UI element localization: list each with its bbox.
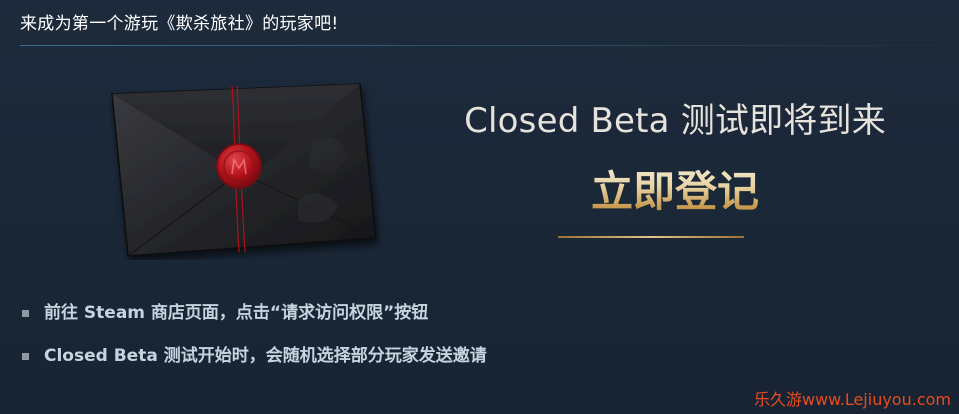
square-bullet-icon [22, 353, 29, 360]
register-underline [558, 236, 744, 238]
steam-event-banner: 来成为第一个游玩《欺杀旅社》的玩家吧! Closed Beta 测试即将到来 立… [0, 0, 959, 414]
wax-seal-icon [216, 143, 262, 189]
closed-beta-heading: Closed Beta 测试即将到来 [464, 101, 886, 141]
instruction-list: 前往 Steam 商店页面，点击“请求访问权限”按钮 Closed Beta 测… [22, 302, 722, 388]
site-watermark: 乐久游www.Lejiuyou.com [753, 390, 951, 409]
sealed-envelope-image [108, 80, 388, 260]
envelope-illustration [111, 83, 377, 257]
section-header: 来成为第一个游玩《欺杀旅社》的玩家吧! [0, 0, 959, 46]
section-title: 来成为第一个游玩《欺杀旅社》的玩家吧! [20, 14, 339, 34]
register-button[interactable]: 立即登记 [525, 164, 825, 220]
header-divider [20, 45, 939, 46]
list-item-text: 前往 Steam 商店页面，点击“请求访问权限”按钮 [44, 303, 429, 323]
square-bullet-icon [22, 310, 29, 317]
list-item: Closed Beta 测试开始时，会随机选择部分玩家发送邀请 [22, 345, 722, 367]
list-item-text: Closed Beta 测试开始时，会随机选择部分玩家发送邀请 [44, 346, 487, 366]
list-item: 前往 Steam 商店页面，点击“请求访问权限”按钮 [22, 302, 722, 324]
promo-panel: Closed Beta 测试即将到来 立即登记 [430, 90, 920, 250]
